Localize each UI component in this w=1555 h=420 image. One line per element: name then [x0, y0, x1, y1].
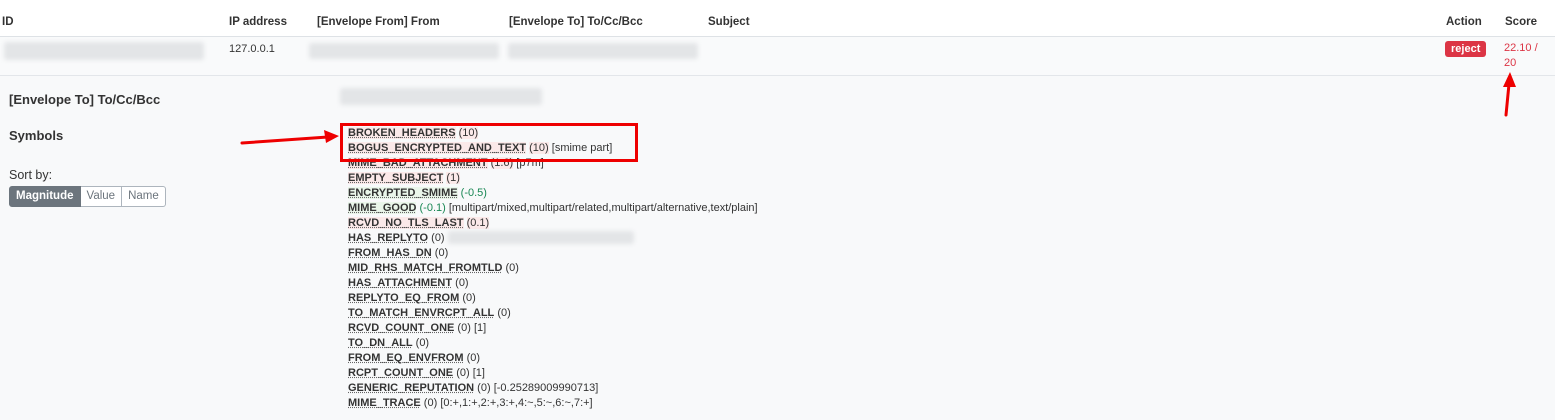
col-to-header[interactable]: [Envelope To] To/Cc/Bcc [509, 16, 643, 28]
symbol-score: (0) [497, 307, 511, 319]
sort-value-button[interactable]: Value [80, 186, 123, 207]
symbol-score: (0) [431, 232, 445, 244]
symbol-score: (0) [505, 262, 519, 274]
symbol-score: (1) [446, 172, 460, 184]
symbol-item: FROM_EQ_ENVFROM (0) [348, 351, 758, 366]
symbol-score: (0) [423, 397, 438, 409]
symbol-score: (-0.5) [460, 187, 487, 199]
symbols-list: BROKEN_HEADERS (10) BOGUS_ENCRYPTED_AND_T… [348, 126, 758, 411]
highlight-box [340, 123, 638, 162]
symbol-item: MIME_GOOD (-0.1) [multipart/mixed,multip… [348, 201, 758, 216]
sort-magnitude-button[interactable]: Magnitude [9, 186, 81, 207]
symbol-item: RCPT_COUNT_ONE (0) [1] [348, 366, 758, 381]
symbol-score: (0) [456, 367, 470, 379]
symbol-item: MIME_TRACE (0) [0:+,1:+,2:+,3:+,4:~,5:~,… [348, 396, 758, 411]
col-ip-header[interactable]: IP address [229, 16, 287, 28]
col-id-header[interactable]: ID [2, 16, 14, 28]
ip-cell: 127.0.0.1 [229, 43, 275, 55]
symbol-item: ENCRYPTED_SMIME (-0.5) [348, 186, 758, 201]
symbol-item: RCVD_COUNT_ONE (0) [1] [348, 321, 758, 336]
row-detail [0, 76, 1555, 420]
symbol-options: [0:+,1:+,2:+,3:+,4:~,5:~,6:~,7:+] [440, 397, 593, 409]
symbol-name[interactable]: MID_RHS_MATCH_FROMTLD [348, 262, 502, 274]
detail-to-redacted [340, 88, 542, 105]
symbol-score: (0) [415, 337, 430, 349]
sort-button-group: Magnitude Value Name [9, 186, 166, 207]
score-cell: 22.10 / 20 [1504, 42, 1538, 69]
to-redacted [508, 43, 698, 59]
symbol-score: (0) [455, 277, 469, 289]
symbol-item: TO_MATCH_ENVRCPT_ALL (0) [348, 306, 758, 321]
from-redacted [309, 43, 499, 59]
symbol-name[interactable]: EMPTY_SUBJECT [348, 172, 444, 184]
symbol-name[interactable]: MIME_GOOD [348, 202, 417, 214]
symbol-name[interactable]: FROM_HAS_DN [348, 247, 432, 259]
col-subject-header[interactable]: Subject [708, 16, 750, 28]
symbol-name[interactable]: REPLYTO_EQ_FROM [348, 292, 459, 304]
table-row[interactable]: 127.0.0.1 [0, 37, 1555, 76]
sort-name-button[interactable]: Name [122, 186, 166, 207]
sort-by-label: Sort by: [9, 168, 53, 182]
symbol-name[interactable]: GENERIC_REPUTATION [348, 382, 474, 394]
symbol-item: GENERIC_REPUTATION (0) [-0.2528900999071… [348, 381, 758, 396]
annotation-arrow-left [240, 130, 339, 145]
symbol-options: [-0.25289009990713] [493, 382, 599, 394]
symbol-name[interactable]: MIME_TRACE [348, 397, 421, 409]
symbol-name[interactable]: HAS_REPLYTO [348, 232, 428, 244]
symbol-item: MID_RHS_MATCH_FROMTLD (0) [348, 261, 758, 276]
table-header: ID IP address [Envelope From] From [Enve… [0, 0, 1555, 37]
symbol-options: [1] [472, 367, 485, 379]
symbol-name[interactable]: RCVD_COUNT_ONE [348, 322, 454, 334]
symbol-name[interactable]: TO_DN_ALL [348, 337, 413, 349]
symbol-name[interactable]: RCVD_NO_TLS_LAST [348, 217, 464, 229]
symbol-score: (0) [466, 352, 481, 364]
symbol-item: EMPTY_SUBJECT (1) [348, 171, 758, 186]
symbol-item: TO_DN_ALL (0) [348, 336, 758, 351]
col-score-header[interactable]: Score [1505, 16, 1537, 28]
symbol-score: (0.1) [466, 217, 490, 229]
symbol-name[interactable]: FROM_EQ_ENVFROM [348, 352, 464, 364]
symbol-score: (0) [457, 322, 471, 334]
id-redacted [4, 42, 204, 60]
annotation-arrow-up [1503, 72, 1516, 117]
action-badge: reject [1445, 41, 1487, 57]
symbol-score: (-0.1) [419, 202, 446, 214]
symbol-item: RCVD_NO_TLS_LAST (0.1) [348, 216, 758, 231]
symbol-score: (0) [477, 382, 491, 394]
symbol-options: [1] [473, 322, 487, 334]
symbol-name[interactable]: HAS_ATTACHMENT [348, 277, 452, 289]
symbol-score: (0) [434, 247, 449, 259]
replyto-redacted [448, 231, 634, 244]
symbol-item: REPLYTO_EQ_FROM (0) [348, 291, 758, 306]
symbol-name[interactable]: TO_MATCH_ENVRCPT_ALL [348, 307, 494, 319]
symbol-options: [multipart/mixed,multipart/related,multi… [448, 202, 758, 214]
detail-to-label: [Envelope To] To/Cc/Bcc [9, 92, 161, 107]
symbol-name[interactable]: ENCRYPTED_SMIME [348, 187, 458, 199]
symbol-item: FROM_HAS_DN (0) [348, 246, 758, 261]
symbol-item: HAS_ATTACHMENT (0) [348, 276, 758, 291]
col-from-header[interactable]: [Envelope From] From [317, 16, 440, 28]
symbol-name[interactable]: RCPT_COUNT_ONE [348, 367, 453, 379]
col-action-header[interactable]: Action [1446, 16, 1482, 28]
symbol-score: (0) [462, 292, 476, 304]
symbols-label: Symbols [9, 128, 64, 143]
